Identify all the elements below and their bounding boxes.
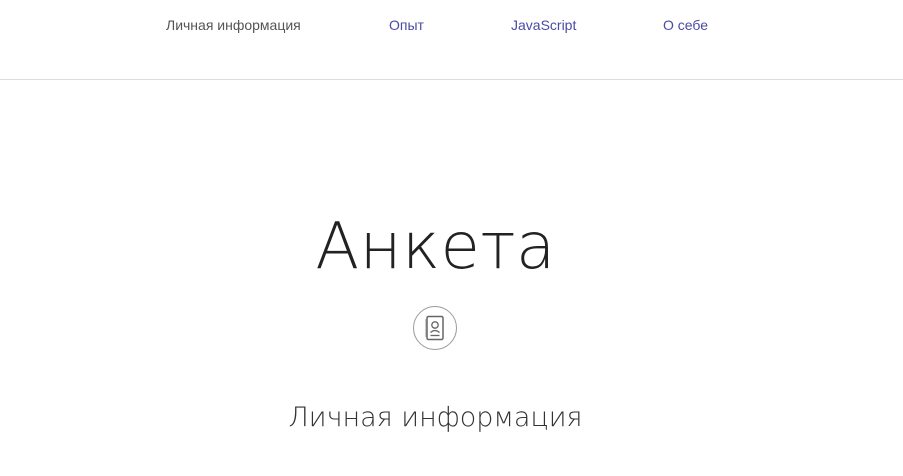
nav-item-about[interactable]: О себе: [663, 17, 708, 33]
page: Личная информация Опыт JavaScript О себе…: [0, 0, 903, 476]
section-title: Личная информация: [288, 402, 583, 434]
nav-item-experience[interactable]: Опыт: [389, 17, 424, 33]
nav-item-personal-info[interactable]: Личная информация: [166, 17, 301, 33]
passport-icon: [413, 306, 457, 350]
page-title: Анкета: [315, 209, 556, 284]
top-navigation: Личная информация Опыт JavaScript О себе: [0, 0, 903, 80]
nav-item-javascript[interactable]: JavaScript: [511, 17, 576, 33]
passport-icon-glyph: [425, 315, 444, 341]
